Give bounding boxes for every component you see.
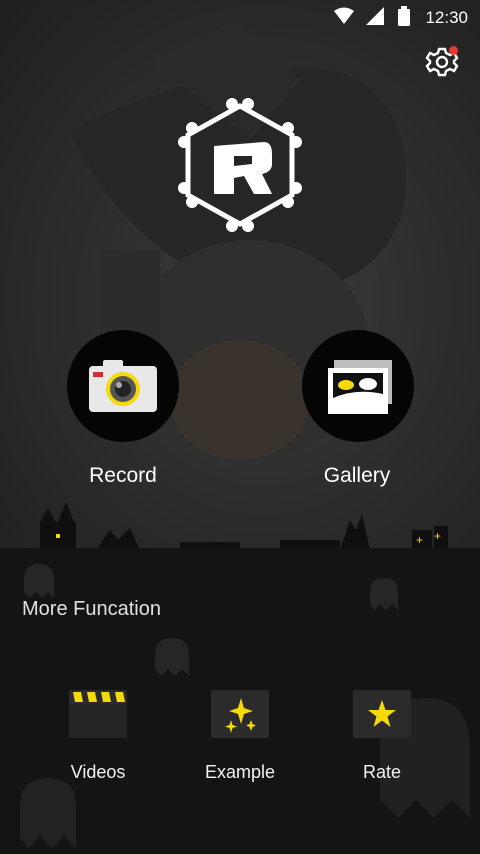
example-tile <box>211 690 269 738</box>
gallery-label: Gallery <box>323 464 391 487</box>
videos-button[interactable]: Videos <box>38 690 158 783</box>
ghost-icon <box>24 564 54 598</box>
rate-label: Rate <box>362 762 402 782</box>
settings-button[interactable] <box>424 44 460 80</box>
status-bar: 12:30 <box>0 0 480 34</box>
clapperboard-icon <box>69 690 127 738</box>
ghost-icon <box>155 638 189 676</box>
graveyard-silhouette: + + <box>40 502 448 548</box>
ghost-icon <box>20 778 76 848</box>
hero-background: 12:30 Record Gallery + + <box>0 0 480 548</box>
notification-dot <box>449 46 458 55</box>
gallery-icon <box>328 360 392 414</box>
example-button[interactable]: Example <box>180 690 300 783</box>
star-icon <box>368 700 396 727</box>
gallery-button[interactable] <box>302 330 414 442</box>
status-time: 12:30 <box>425 8 468 27</box>
svg-text:+: + <box>434 529 441 543</box>
wifi-icon <box>334 7 354 24</box>
record-button[interactable] <box>67 330 179 442</box>
rate-tile <box>353 690 411 738</box>
videos-tile <box>69 690 127 738</box>
more-functions-panel: More Funcation Videos Example Rate <box>0 548 480 854</box>
videos-label: Videos <box>70 762 126 782</box>
ghost-icon <box>370 578 398 610</box>
example-label: Example <box>204 762 276 782</box>
section-title: More Funcation <box>22 598 161 620</box>
camera-icon <box>89 360 157 412</box>
record-label: Record <box>89 464 157 487</box>
sparkles-icon <box>225 698 256 733</box>
signal-icon <box>366 7 384 25</box>
rate-button[interactable]: Rate <box>322 690 442 783</box>
app-logo <box>178 98 302 232</box>
svg-text:+: + <box>416 533 423 547</box>
battery-icon <box>398 6 410 26</box>
